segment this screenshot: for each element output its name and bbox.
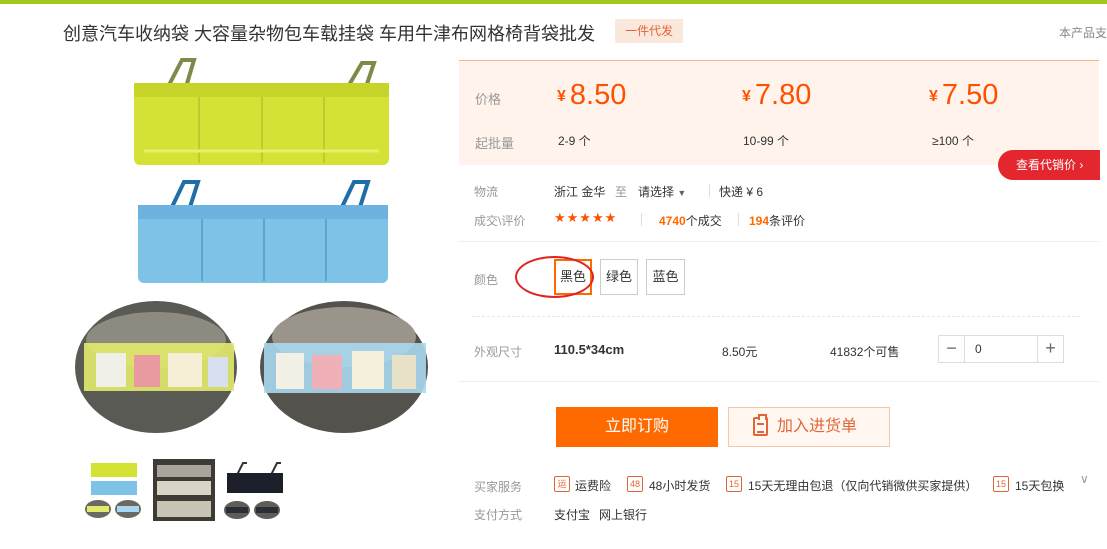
review-count-suffix: 条评价 xyxy=(769,214,806,228)
color-option-blue[interactable]: 蓝色 xyxy=(646,259,685,295)
express-fee: 快递 ¥ 6 xyxy=(719,185,764,199)
logistics-to: 至 xyxy=(615,185,628,199)
chevron-down-icon: ▼ xyxy=(677,188,687,198)
color-option-green[interactable]: 绿色 xyxy=(600,259,638,295)
stock-count: 41832个可售 xyxy=(830,345,900,359)
service-item[interactable]: 15天无理由包退（仅向代销微供买家提供） xyxy=(748,477,977,494)
buy-now-button[interactable]: 立即订购 xyxy=(556,407,718,447)
product-support-link[interactable]: 本产品支 xyxy=(1059,24,1107,41)
thumbnail-2[interactable] xyxy=(153,459,215,521)
add-to-cart-label: 加入进货单 xyxy=(777,418,858,435)
separator xyxy=(641,213,642,226)
deal-count[interactable]: 4740个成交 xyxy=(659,212,722,229)
add-to-cart-button[interactable]: 加入进货单 xyxy=(728,407,890,447)
tier-qty-1: 2-9 个 xyxy=(558,134,591,148)
review-count-number: 194 xyxy=(749,214,770,228)
thumbnail-1[interactable] xyxy=(83,459,145,521)
destination-select[interactable]: 请选择 ▼ xyxy=(638,183,686,200)
review-count[interactable]: 194条评价 xyxy=(749,212,805,229)
deal-count-suffix: 个成交 xyxy=(685,214,722,228)
currency-symbol: ¥ xyxy=(742,88,751,105)
chevron-down-icon[interactable]: ∨ xyxy=(1080,472,1089,486)
15-day-exchange-icon: 15 xyxy=(993,476,1009,492)
main-product-image[interactable] xyxy=(74,55,444,440)
currency-symbol: ¥ xyxy=(929,88,938,105)
size-name: 110.5*34cm xyxy=(554,342,625,357)
tier-price: 7.50 xyxy=(941,79,999,111)
shipping-insurance-icon: 运 xyxy=(554,476,570,492)
deal-count-number: 4740 xyxy=(659,214,686,228)
thumbnail-3[interactable] xyxy=(223,459,285,521)
payment-label: 支付方式 xyxy=(474,508,523,522)
size-label: 外观尺寸 xyxy=(474,345,523,359)
plus-icon[interactable]: + xyxy=(1037,336,1063,362)
service-item[interactable]: 48小时发货 xyxy=(649,477,710,494)
price-panel: 价格 起批量 ¥8.50 ¥7.80 ¥7.50 2-9 个 10-99 个 ≥… xyxy=(459,60,1099,165)
separator xyxy=(738,213,739,226)
logistics-origin: 浙江 金华 xyxy=(554,185,606,199)
product-title: 创意汽车收纳袋 大容量杂物包车载挂袋 车用牛津布网格椅背袋批发 xyxy=(63,24,595,44)
chevron-right-icon: › xyxy=(1079,158,1084,172)
blue-bag-illustration xyxy=(138,180,388,283)
trunk-photo-blue xyxy=(260,301,428,433)
annotation-circle xyxy=(515,256,594,298)
deals-label: 成交\评价 xyxy=(474,214,526,228)
dashed-divider xyxy=(472,316,1080,317)
tier-qty-3: ≥100 个 xyxy=(932,134,974,148)
green-bag-illustration xyxy=(134,58,389,165)
48h-shipping-icon: 48 xyxy=(627,476,643,492)
15-day-return-icon: 15 xyxy=(726,476,742,492)
price-tier-2: ¥7.80 xyxy=(742,79,811,112)
price-tier-1: ¥8.50 xyxy=(557,79,626,112)
clipboard-icon xyxy=(753,414,768,436)
separator xyxy=(709,184,710,197)
quantity-input[interactable]: 0 xyxy=(975,342,982,356)
service-item[interactable]: 15天包换 xyxy=(1015,477,1064,494)
service-item[interactable]: 运费险 xyxy=(575,477,611,494)
rating-stars: ★★★★★ xyxy=(554,210,618,225)
price-label: 价格 xyxy=(475,92,502,107)
services-label: 买家服务 xyxy=(474,480,523,494)
section-divider xyxy=(459,381,1099,382)
payment-method: 支付宝 xyxy=(554,508,591,522)
tier-price: 8.50 xyxy=(569,79,627,111)
price-tier-3: ¥7.50 xyxy=(929,79,998,112)
view-agent-price-button[interactable]: 查看代销价 › xyxy=(998,150,1100,180)
section-divider xyxy=(459,241,1099,242)
currency-symbol: ¥ xyxy=(557,88,566,105)
moq-label: 起批量 xyxy=(475,136,515,151)
minus-icon[interactable]: − xyxy=(939,336,965,362)
size-price: 8.50元 xyxy=(722,345,758,359)
color-label: 颜色 xyxy=(474,273,499,287)
destination-select-label: 请选择 xyxy=(638,185,675,199)
trunk-photo-green xyxy=(75,301,237,433)
tier-qty-2: 10-99 个 xyxy=(743,134,790,148)
quantity-stepper: − 0 + xyxy=(938,335,1064,363)
logistics-label: 物流 xyxy=(474,185,499,199)
tier-price: 7.80 xyxy=(754,79,812,111)
top-accent-bar xyxy=(0,0,1107,4)
agent-price-label: 查看代销价 xyxy=(1016,158,1077,172)
payment-method: 网上银行 xyxy=(599,508,648,522)
dropship-tag[interactable]: 一件代发 xyxy=(615,19,683,43)
